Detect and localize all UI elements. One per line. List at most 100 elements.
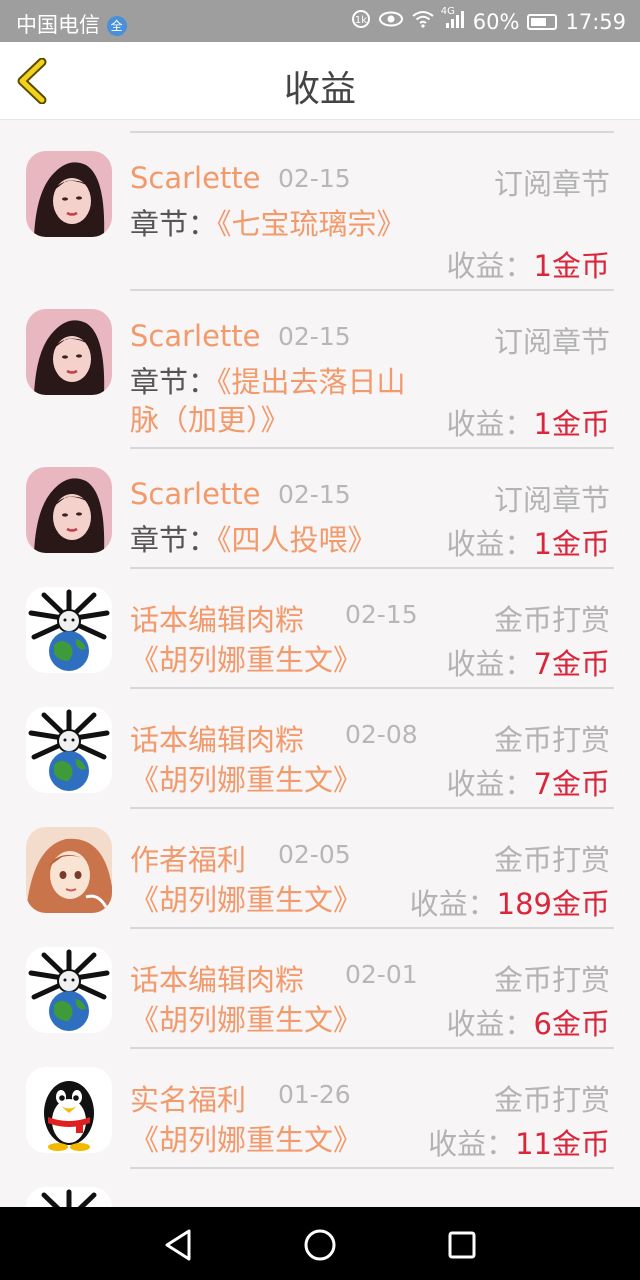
- earning-label: 收益：: [446, 1007, 534, 1041]
- item-date: 02-01: [345, 960, 418, 989]
- coin-amount: 7金币: [533, 647, 610, 681]
- sender-name: 话本编辑肉粽: [130, 603, 305, 637]
- globe-creature-avatar[interactable]: [26, 707, 112, 793]
- item-date: 02-05: [278, 840, 351, 869]
- nav-back-button[interactable]: [159, 1225, 199, 1265]
- earning-label: 收益：: [446, 249, 534, 283]
- earning-label: 收益：: [446, 647, 534, 681]
- sender-name: Scarlette: [130, 161, 261, 195]
- earning-label: 收益：: [446, 767, 534, 801]
- earning-amount: 收益：6金币: [447, 1001, 610, 1043]
- earning-amount: 收益：189金币: [410, 881, 610, 923]
- book-title[interactable]: 《胡列娜重生文》: [130, 1121, 400, 1159]
- sender-name: 作者福利: [130, 843, 247, 877]
- coin-amount: 6金币: [533, 1007, 610, 1041]
- sender-name: 实名福利: [130, 1083, 247, 1117]
- item-date: 01-26: [278, 1080, 351, 1109]
- earning-type: 金币打赏: [493, 963, 610, 997]
- hd-icon: 1k: [351, 9, 371, 34]
- carrier-group: 中国电信 全: [16, 9, 127, 39]
- portrait-avatar[interactable]: [26, 309, 112, 395]
- earning-label: 收益：: [446, 407, 534, 441]
- earnings-list-item[interactable]: 话本编辑肉粽 02-08 金币打赏《胡列娜重生文》 收益：7金币: [0, 689, 640, 809]
- penguin-avatar[interactable]: [26, 1067, 112, 1153]
- earnings-list-item[interactable]: Scarlette 02-15 订阅章节 章节：《七宝琉璃宗》 收益：1金币: [0, 133, 640, 291]
- status-bar: 中国电信 全 1k 4G 60% 17:59: [0, 0, 640, 42]
- signal-label: 4G: [440, 6, 455, 17]
- page-title: 收益: [283, 69, 356, 110]
- earnings-list-item[interactable]: 实名福利 01-26 金币打赏《胡列娜重生文》 收益：11金币: [0, 1049, 640, 1169]
- item-date: 02-15: [345, 600, 418, 629]
- earning-type: 金币打赏: [493, 603, 610, 637]
- nav-home-button[interactable]: [300, 1225, 340, 1265]
- item-date: 02-08: [345, 720, 418, 749]
- anime-girl-avatar[interactable]: [26, 827, 112, 913]
- circle-home-icon: [304, 1229, 336, 1261]
- chapter-prefix: 章节：: [130, 207, 218, 241]
- coin-amount: 11金币: [515, 1127, 610, 1161]
- chapter-title[interactable]: 《四人投喂》: [217, 523, 377, 557]
- earning-label: 收益：: [428, 1127, 516, 1161]
- wifi-icon: [411, 10, 435, 33]
- portrait-avatar[interactable]: [26, 151, 112, 237]
- coin-amount: 1金币: [533, 407, 610, 441]
- square-recent-icon: [448, 1231, 476, 1259]
- earning-amount: 收益：7金币: [447, 761, 610, 803]
- sender-name: 话本编辑肉粽: [130, 723, 305, 757]
- earnings-list-item[interactable]: Scarlette 02-15 订阅章节章节：《提出去落日山脉（加更）》 收益：1金币: [0, 291, 640, 449]
- book-title[interactable]: 《胡列娜重生文》: [130, 641, 400, 679]
- earning-type: 金币打赏: [493, 1083, 610, 1117]
- nav-recent-button[interactable]: [442, 1225, 482, 1265]
- sender-name: 话本编辑肉粽: [130, 963, 305, 997]
- sender-name: Scarlette: [130, 477, 261, 511]
- earnings-list-item-partial[interactable]: [0, 1169, 640, 1207]
- chapter-prefix: 章节：: [130, 365, 218, 399]
- globe-creature-avatar[interactable]: [26, 1187, 112, 1207]
- book-title[interactable]: 《胡列娜重生文》: [130, 1001, 400, 1039]
- item-date: 02-15: [278, 322, 351, 351]
- earnings-list-item[interactable]: 作者福利 02-05 金币打赏《胡列娜重生文》 收益：189金币: [0, 809, 640, 929]
- coin-amount: 1金币: [533, 249, 610, 283]
- globe-creature-avatar[interactable]: [26, 947, 112, 1033]
- earning-amount: 收益：1金币: [447, 243, 610, 285]
- status-icons: 1k 4G 60% 17:59: [351, 6, 626, 34]
- chapter-prefix: 章节：: [130, 523, 218, 557]
- earning-type: 订阅章节: [493, 167, 610, 201]
- earnings-list-item[interactable]: Scarlette 02-15 订阅章节 章节：《四人投喂》 收益：1金币: [0, 449, 640, 569]
- svg-text:1k: 1k: [355, 15, 367, 26]
- item-date: 02-15: [278, 164, 351, 193]
- earning-amount: 收益：1金币: [447, 401, 610, 443]
- eye-icon: [378, 11, 403, 32]
- coin-amount: 189金币: [496, 887, 610, 921]
- earning-type: 订阅章节: [493, 325, 610, 359]
- coin-amount: 1金币: [533, 527, 610, 561]
- earning-type: 金币打赏: [493, 723, 610, 757]
- portrait-avatar[interactable]: [26, 467, 112, 553]
- earnings-list-item[interactable]: 话本编辑肉粽 02-01 金币打赏《胡列娜重生文》 收益：6金币: [0, 929, 640, 1049]
- signal-icon: 4G: [441, 6, 465, 33]
- battery-percent: 60%: [472, 9, 520, 34]
- item-date: 02-15: [278, 480, 351, 509]
- earnings-list-item[interactable]: 话本编辑肉粽 02-15 金币打赏《胡列娜重生文》 收益：7金币: [0, 569, 640, 689]
- book-title[interactable]: 《胡列娜重生文》: [130, 761, 400, 799]
- clock: 17:59: [565, 9, 626, 34]
- carrier-name: 中国电信: [16, 13, 100, 37]
- network-badge: 全: [106, 16, 127, 36]
- earning-type: 订阅章节: [493, 483, 610, 517]
- book-title[interactable]: 《胡列娜重生文》: [130, 881, 400, 919]
- sender-name: Scarlette: [130, 319, 261, 353]
- earning-type: 金币打赏: [493, 843, 610, 877]
- earning-amount: 收益：11金币: [428, 1121, 610, 1163]
- earning-label: 收益：: [409, 887, 497, 921]
- chapter-text: 章节：《四人投喂》: [130, 521, 425, 559]
- chapter-text: 章节：《提出去落日山脉（加更）》: [130, 363, 425, 439]
- globe-creature-avatar[interactable]: [26, 587, 112, 673]
- earning-amount: 收益：7金币: [447, 641, 610, 683]
- chapter-title[interactable]: 《七宝琉璃宗》: [217, 207, 406, 241]
- triangle-back-icon: [165, 1229, 191, 1261]
- earnings-list: Scarlette 02-15 订阅章节 章节：《七宝琉璃宗》 收益：1金币 Scarle…: [0, 121, 640, 1207]
- system-nav-bar: [0, 1207, 640, 1280]
- earning-label: 收益：: [446, 527, 534, 561]
- title-bar: 收益: [0, 42, 640, 120]
- chapter-text: 章节：《七宝琉璃宗》: [130, 205, 425, 243]
